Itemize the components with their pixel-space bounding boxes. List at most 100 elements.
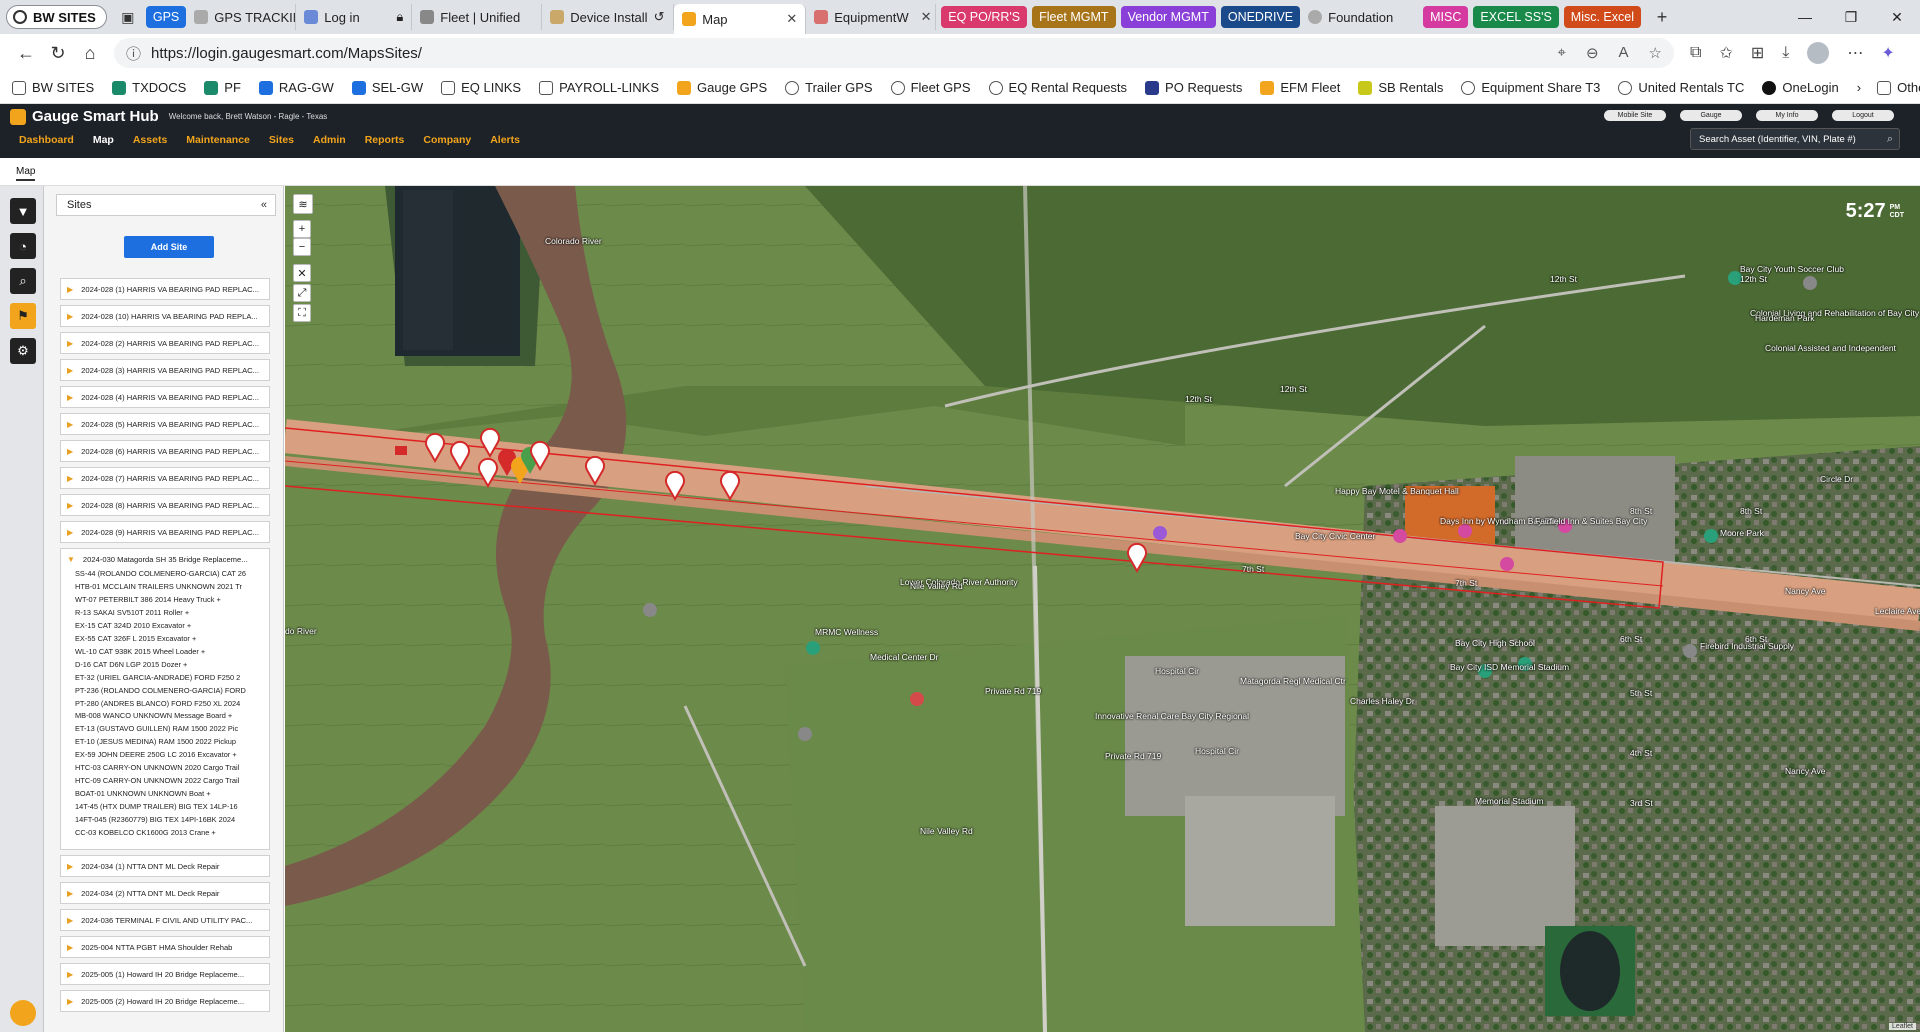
- tab-group-misc[interactable]: MISC: [1423, 6, 1469, 28]
- nav-admin[interactable]: Admin: [313, 134, 346, 146]
- tab-group-onedrive[interactable]: ONEDRIVE: [1220, 6, 1301, 28]
- home-icon[interactable]: ⌂: [74, 38, 106, 68]
- tab-gps-tracking[interactable]: GPS TRACKIN↺: [186, 4, 297, 30]
- asset-entry[interactable]: ET-10 (JESUS MEDINA) RAM 1500 2022 Picku…: [75, 736, 246, 749]
- fullscreen-icon[interactable]: ⛶: [293, 304, 311, 322]
- extensions-icon[interactable]: ⧉: [1690, 44, 1701, 62]
- chevron-right-icon[interactable]: ›: [1857, 80, 1861, 95]
- read-aloud-icon[interactable]: A: [1619, 44, 1629, 62]
- expand-caret-icon[interactable]: ▶: [67, 862, 73, 871]
- site-list-item[interactable]: ▶ 2024-028 (4) HARRIS VA BEARING PAD REPL…: [60, 386, 270, 408]
- settings-gear-icon[interactable]: ⚙: [10, 338, 36, 364]
- gauge-button[interactable]: Gauge: [1680, 110, 1742, 121]
- collapse-caret-icon[interactable]: ▼: [67, 555, 75, 564]
- asset-entry[interactable]: PT-280 (ANDRES BLANCO) FORD F250 XL 2024: [75, 698, 246, 711]
- other-favorites[interactable]: Other favorites: [1877, 80, 1920, 95]
- expand-caret-icon[interactable]: ▶: [67, 366, 73, 375]
- asset-entry[interactable]: 14FT-045 (R2360779) BIG TEX 14PI-16BK 20…: [75, 814, 246, 827]
- site-list-item[interactable]: ▶ 2025-005 (2) Howard IH 20 Bridge Replac…: [60, 990, 270, 1012]
- nav-sites[interactable]: Sites: [269, 134, 294, 146]
- favorite-item[interactable]: BW SITES: [12, 80, 94, 95]
- search-icon[interactable]: ⌕: [1887, 133, 1893, 146]
- expand-caret-icon[interactable]: ▶: [67, 889, 73, 898]
- site-list-item[interactable]: ▶ 2024-028 (6) HARRIS VA BEARING PAD REPL…: [60, 440, 270, 462]
- tab-group-gps[interactable]: GPS: [145, 6, 187, 28]
- tab-group-eq-po[interactable]: EQ PO/RR'S: [941, 6, 1028, 28]
- favorites-icon[interactable]: ✩: [1719, 43, 1732, 63]
- filter-icon[interactable]: ▼: [10, 198, 36, 224]
- asset-entry[interactable]: PT-236 (ROLANDO COLMENERO-GARCIA) FORD: [75, 685, 246, 698]
- expand-caret-icon[interactable]: ▶: [67, 312, 73, 321]
- map-attribution[interactable]: Leaflet: [1888, 1023, 1916, 1030]
- location-icon[interactable]: ⌖: [1558, 44, 1566, 62]
- site-list-item[interactable]: ▶ 2024-028 (3) HARRIS VA BEARING PAD REPL…: [60, 359, 270, 381]
- favorite-item[interactable]: EFM Fleet: [1260, 80, 1340, 95]
- zoom-in-button[interactable]: +: [293, 220, 311, 238]
- app-brand[interactable]: Gauge Smart Hub Welcome back, Brett Wats…: [10, 108, 327, 125]
- favorite-item[interactable]: PF: [204, 80, 241, 95]
- expand-caret-icon[interactable]: ▶: [67, 916, 73, 925]
- expand-caret-icon[interactable]: ▶: [67, 474, 73, 483]
- tab-fleet-unified[interactable]: Fleet | Unified: [412, 4, 543, 30]
- close-tab-icon[interactable]: ✕: [921, 9, 932, 25]
- mobile-site-button[interactable]: Mobile Site: [1604, 110, 1666, 121]
- site-list-item[interactable]: ▶ 2024-028 (8) HARRIS VA BEARING PAD REPL…: [60, 494, 270, 516]
- favorite-item[interactable]: Trailer GPS: [785, 80, 873, 95]
- layers-icon[interactable]: ≋: [293, 194, 313, 214]
- expand-caret-icon[interactable]: ▶: [67, 997, 73, 1006]
- nav-assets[interactable]: Assets: [133, 134, 167, 146]
- site-list-item[interactable]: ▶ 2024-028 (5) HARRIS VA BEARING PAD REPL…: [60, 413, 270, 435]
- collections-icon[interactable]: ⊞: [1751, 43, 1764, 63]
- site-list-item[interactable]: ▶ 2024-028 (2) HARRIS VA BEARING PAD REPL…: [60, 332, 270, 354]
- asset-entry[interactable]: R-13 SAKAI SV510T 2011 Roller +: [75, 607, 246, 620]
- site-list-item[interactable]: ▶ 2024-028 (9) HARRIS VA BEARING PAD REPL…: [60, 521, 270, 543]
- tab-foundation[interactable]: Foundation: [1300, 4, 1418, 30]
- favorite-item[interactable]: Fleet GPS: [890, 80, 971, 95]
- site-list-item[interactable]: ▶ 2025-004 NTTA PGBT HMA Shoulder Rehab: [60, 936, 270, 958]
- map-view[interactable]: ≋ + − ✕ ⤢ ⛶ 5:27 PM CDT 12th St 12th St 12t…: [285, 186, 1920, 1032]
- logout-button[interactable]: Logout: [1832, 110, 1894, 121]
- new-tab-icon[interactable]: +: [1649, 5, 1675, 29]
- zoom-icon[interactable]: ⊖: [1586, 44, 1599, 62]
- add-site-button[interactable]: Add Site: [124, 236, 214, 258]
- favorite-item[interactable]: SB Rentals: [1358, 80, 1443, 95]
- asset-entry[interactable]: WL-10 CAT 938K 2015 Wheel Loader +: [75, 646, 246, 659]
- zoom-out-button[interactable]: −: [293, 238, 311, 256]
- favorite-item[interactable]: PO Requests: [1145, 80, 1242, 95]
- site-list-item[interactable]: ▶ 2024-036 TERMINAL F CIVIL AND UTILITY P…: [60, 909, 270, 931]
- expand-caret-icon[interactable]: ▶: [67, 970, 73, 979]
- expand-caret-icon[interactable]: ▶: [67, 943, 73, 952]
- site-info-icon[interactable]: ⓘ: [126, 43, 141, 64]
- tab-actions-icon[interactable]: ▣: [115, 5, 141, 29]
- my-info-button[interactable]: My Info: [1756, 110, 1818, 121]
- expand-caret-icon[interactable]: ▶: [67, 420, 73, 429]
- asset-entry[interactable]: SS-44 (ROLANDO COLMENERO-GARCIA) CAT 26: [75, 568, 246, 581]
- favorite-item[interactable]: Gauge GPS: [677, 80, 767, 95]
- favorite-item[interactable]: EQ Rental Requests: [988, 80, 1127, 95]
- expand-caret-icon[interactable]: ▶: [67, 393, 73, 402]
- favorite-item[interactable]: Equipment Share T3: [1461, 80, 1600, 95]
- back-icon[interactable]: ←: [10, 38, 42, 68]
- tab-map[interactable]: Map ✕: [674, 4, 807, 34]
- menu-icon[interactable]: ⋯: [1847, 43, 1863, 63]
- asset-entry[interactable]: BOAT-01 UNKNOWN UNKNOWN Boat +: [75, 788, 246, 801]
- site-list-item[interactable]: ▶ 2024-034 (1) NTTA DNT ML Deck Repair: [60, 855, 270, 877]
- asset-entry[interactable]: HTC-09 CARRY-ON UNKNOWN 2022 Cargo Trail: [75, 775, 246, 788]
- expand-icon[interactable]: ⤢: [293, 284, 311, 302]
- favorite-item[interactable]: TXDOCS: [112, 80, 186, 95]
- asset-entry[interactable]: CC-03 KOBELCO CK1600G 2013 Crane +: [75, 827, 246, 840]
- asset-entry[interactable]: EX-15 CAT 324D 2010 Excavator +: [75, 620, 246, 633]
- asset-search-input[interactable]: Search Asset (Identifier, VIN, Plate #) …: [1690, 128, 1900, 150]
- nav-dashboard[interactable]: Dashboard: [19, 134, 74, 146]
- tab-group-excel[interactable]: EXCEL SS'S: [1473, 6, 1559, 28]
- nav-map[interactable]: Map: [93, 134, 114, 146]
- expand-caret-icon[interactable]: ▶: [67, 501, 73, 510]
- sites-flag-icon[interactable]: ⚑: [10, 303, 36, 329]
- expand-caret-icon[interactable]: ▶: [67, 339, 73, 348]
- asset-entry[interactable]: ET-13 (GUSTAVO GUILLEN) RAM 1500 2022 Pi…: [75, 723, 246, 736]
- asset-entry[interactable]: MB-008 WANCO UNKNOWN Message Board +: [75, 710, 246, 723]
- tab-log-in[interactable]: Log in 🔒︎: [296, 4, 413, 30]
- tab-device-install[interactable]: Device Install ↺: [542, 4, 675, 30]
- clock-icon[interactable]: [10, 1000, 36, 1026]
- tab-group-vendor-mgmt[interactable]: Vendor MGMT: [1120, 6, 1216, 28]
